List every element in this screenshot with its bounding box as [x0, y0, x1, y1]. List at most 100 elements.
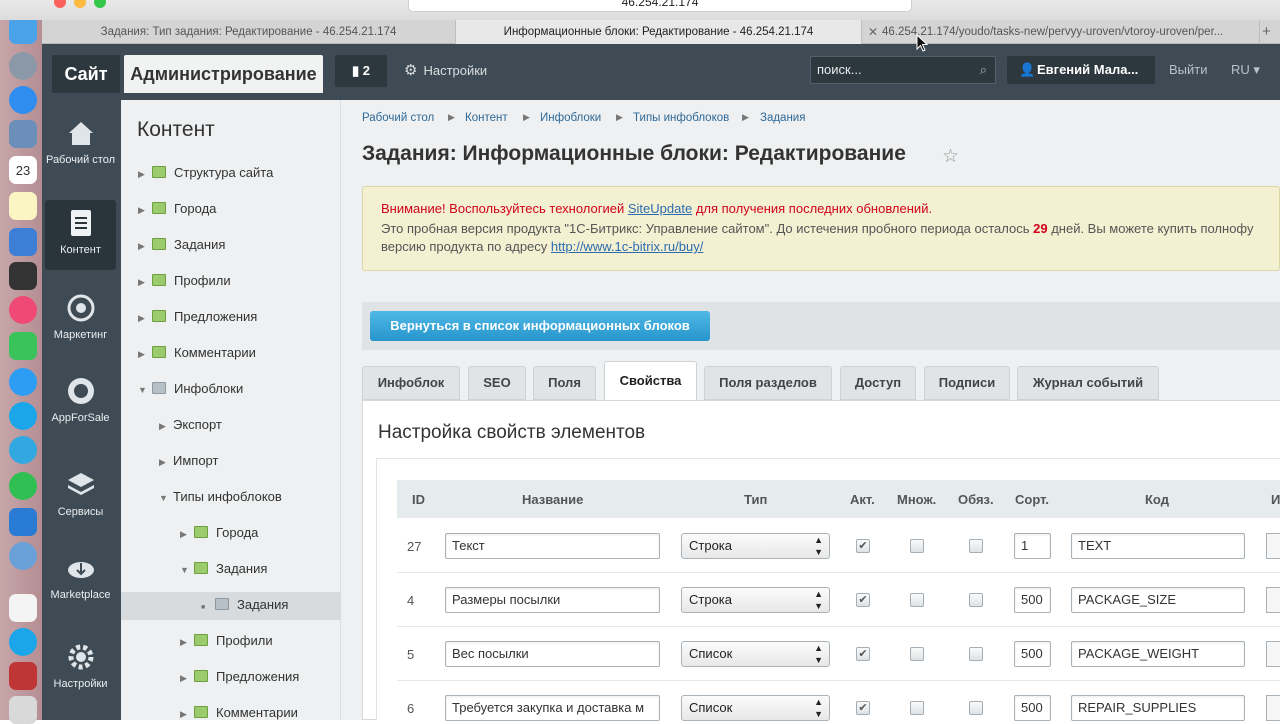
expand-arrow-icon[interactable]: ▶: [180, 668, 194, 688]
sort-input[interactable]: 500: [1014, 695, 1051, 721]
tab-properties[interactable]: Свойства: [604, 361, 697, 401]
active-checkbox[interactable]: ✔: [856, 701, 870, 715]
expand-arrow-icon[interactable]: ▶: [159, 416, 173, 436]
expand-arrow-icon[interactable]: ▶: [180, 524, 194, 544]
language-selector[interactable]: RU ▾: [1231, 62, 1260, 78]
tab-seo[interactable]: SEO: [468, 366, 526, 400]
calculator-icon[interactable]: [9, 262, 37, 290]
required-checkbox[interactable]: [969, 539, 983, 553]
nav-desktop[interactable]: Рабочий стол: [45, 118, 116, 166]
quicktime-icon[interactable]: [9, 542, 37, 570]
browser-tab[interactable]: Задания: Тип задания: Редактирование - 4…: [42, 20, 456, 44]
active-checkbox[interactable]: ✔: [856, 593, 870, 607]
facetime-icon[interactable]: [9, 332, 37, 360]
site-button[interactable]: Сайт: [52, 55, 120, 93]
tab-iblock[interactable]: Инфоблок: [362, 366, 460, 400]
property-name-input[interactable]: Размеры посылки: [445, 587, 660, 613]
tab-section-fields[interactable]: Поля разделов: [704, 366, 832, 400]
property-name-input[interactable]: Вес посылки: [445, 641, 660, 667]
calendar-icon[interactable]: 23: [9, 156, 37, 184]
multiple-checkbox[interactable]: [910, 647, 924, 661]
app-icon[interactable]: [9, 662, 37, 690]
expand-arrow-icon[interactable]: ▶: [138, 164, 152, 184]
sort-input[interactable]: 500: [1014, 587, 1051, 613]
logout-link[interactable]: Выйти: [1169, 62, 1208, 77]
sort-input[interactable]: 1: [1014, 533, 1051, 559]
minimize-window-icon[interactable]: [74, 0, 86, 8]
xcode-icon[interactable]: [9, 228, 37, 256]
tree-item-selected[interactable]: ■ Задания: [201, 595, 288, 615]
more-button[interactable]: [1266, 533, 1280, 559]
tree-item[interactable]: ▶ Комментарии: [180, 703, 298, 723]
itunes-icon[interactable]: [9, 296, 37, 324]
document-icon[interactable]: [9, 594, 37, 622]
property-type-select[interactable]: Список ▲ ▼: [681, 641, 830, 667]
siteupdate-link[interactable]: SiteUpdate: [628, 201, 692, 216]
launchpad-icon[interactable]: [9, 52, 37, 80]
back-to-list-button[interactable]: Вернуться в список информационных блоков: [370, 311, 710, 341]
favorite-star-icon[interactable]: ☆: [942, 145, 959, 168]
breadcrumb-item[interactable]: Задания: [760, 112, 805, 124]
nav-settings[interactable]: Настройки: [45, 642, 116, 690]
nav-marketing[interactable]: Маркетинг: [45, 293, 116, 341]
collapse-arrow-icon[interactable]: ▼: [159, 488, 173, 508]
property-type-select[interactable]: Строка ▲ ▼: [681, 533, 830, 559]
tab-fields[interactable]: Поля: [533, 366, 596, 400]
tree-item[interactable]: ▶ Задания: [138, 235, 225, 255]
breadcrumb-item[interactable]: Типы инфоблоков: [633, 112, 729, 124]
tree-item[interactable]: ▶ Предложения: [138, 307, 257, 327]
code-input[interactable]: PACKAGE_WEIGHT: [1071, 641, 1245, 667]
tree-item[interactable]: ▶ Города: [180, 523, 258, 543]
zoom-window-icon[interactable]: [94, 0, 106, 8]
property-name-input[interactable]: Текст: [445, 533, 660, 559]
buy-link[interactable]: http://www.1c-bitrix.ru/buy/: [551, 239, 703, 254]
tree-item[interactable]: ▼ Инфоблоки: [138, 379, 243, 399]
code-input[interactable]: PACKAGE_SIZE: [1071, 587, 1245, 613]
property-type-select[interactable]: Список ▲ ▼: [681, 695, 830, 721]
active-checkbox[interactable]: ✔: [856, 647, 870, 661]
expand-arrow-icon[interactable]: ▶: [138, 200, 152, 220]
more-button[interactable]: [1266, 641, 1280, 667]
multiple-checkbox[interactable]: [910, 539, 924, 553]
tree-item[interactable]: ▶ Города: [138, 199, 216, 219]
code-input[interactable]: REPAIR_SUPPLIES: [1071, 695, 1245, 721]
tab-access[interactable]: Доступ: [840, 366, 916, 400]
nav-appforsale[interactable]: AppForSale: [45, 376, 116, 424]
search-input[interactable]: поиск... ⌕: [810, 56, 996, 84]
property-type-select[interactable]: Строка ▲ ▼: [681, 587, 830, 613]
user-menu[interactable]: 👤 Евгений Мала...: [1007, 56, 1155, 84]
app-store-icon[interactable]: [9, 508, 37, 536]
required-checkbox[interactable]: [969, 701, 983, 715]
tree-item[interactable]: ▶ Профили: [180, 631, 273, 651]
expand-arrow-icon[interactable]: ▶: [138, 344, 152, 364]
breadcrumb-item[interactable]: Рабочий стол: [362, 112, 434, 124]
tree-item[interactable]: ▶ Экспорт: [159, 415, 222, 435]
tree-item[interactable]: ▶ Предложения: [180, 667, 299, 687]
close-tab-icon[interactable]: ✕: [868, 20, 878, 44]
more-button[interactable]: [1266, 695, 1280, 721]
tree-item[interactable]: ▶ Структура сайта: [138, 163, 273, 183]
active-checkbox[interactable]: ✔: [856, 539, 870, 553]
address-bar[interactable]: 46.254.21.174: [408, 0, 912, 12]
close-window-icon[interactable]: [54, 0, 66, 8]
nav-content[interactable]: Контент: [45, 200, 116, 270]
finder-icon[interactable]: [9, 16, 37, 44]
telegram-icon[interactable]: [9, 436, 37, 464]
more-button[interactable]: [1266, 587, 1280, 613]
required-checkbox[interactable]: [969, 647, 983, 661]
preview-icon[interactable]: [9, 120, 37, 148]
nav-services[interactable]: Сервисы: [45, 470, 116, 518]
tree-item[interactable]: ▶ Профили: [138, 271, 231, 291]
skype-icon[interactable]: [9, 402, 37, 430]
collapse-arrow-icon[interactable]: ▼: [138, 380, 152, 400]
expand-arrow-icon[interactable]: ▶: [159, 452, 173, 472]
tree-item[interactable]: ▶ Комментарии: [138, 343, 256, 363]
messages-icon[interactable]: [9, 368, 37, 396]
expand-arrow-icon[interactable]: ▶: [138, 236, 152, 256]
multiple-checkbox[interactable]: [910, 593, 924, 607]
tree-item[interactable]: ▼ Типы инфоблоков: [159, 487, 282, 507]
property-name-input[interactable]: Требуется закупка и доставка м: [445, 695, 660, 721]
notifications-button[interactable]: ▮ 2: [335, 55, 387, 87]
search-icon[interactable]: ⌕: [980, 57, 987, 83]
admin-button[interactable]: Администрирование: [124, 55, 323, 93]
